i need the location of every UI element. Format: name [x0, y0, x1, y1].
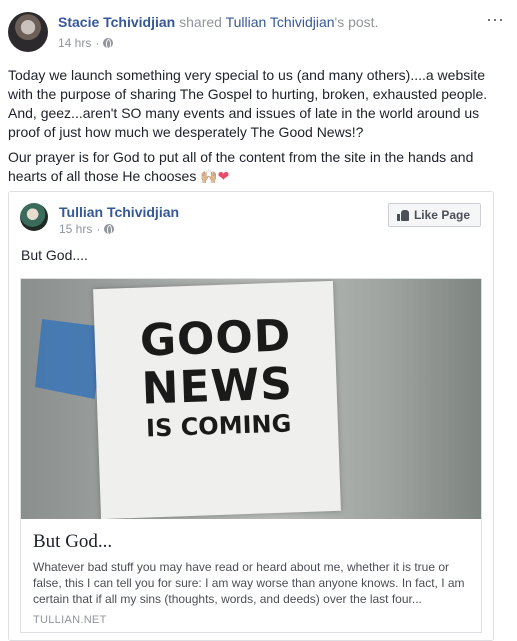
- link-attachment[interactable]: GOOD NEWS IS COMING But God... Whatever …: [20, 278, 482, 633]
- sign-text: GOOD NEWS IS COMING: [115, 310, 319, 445]
- shared-author-name[interactable]: Tullian Tchividjian: [59, 204, 179, 220]
- shared-post-meta: 15 hrs ·: [59, 222, 115, 236]
- shared-post-text: But God....: [21, 247, 88, 263]
- shared-post-card: Tullian Tchividjian 15 hrs · Like Page B…: [8, 191, 494, 641]
- shared-avatar[interactable]: [20, 203, 48, 231]
- shared-suffix: 's post.: [334, 14, 379, 30]
- shared-author-name[interactable]: Tullian Tchividjian: [226, 14, 335, 30]
- like-page-label: Like Page: [413, 208, 470, 222]
- shared-post: Stacie Tchividjian shared Tullian Tchivi…: [0, 0, 517, 641]
- separator: ·: [95, 36, 100, 50]
- raised-hands-icon: 🙌🏼: [200, 168, 218, 184]
- post-header: Stacie Tchividjian shared Tullian Tchivi…: [58, 14, 378, 30]
- avatar[interactable]: [8, 12, 48, 52]
- like-page-button[interactable]: Like Page: [387, 203, 481, 227]
- shared-separator: ·: [96, 222, 101, 236]
- globe-icon[interactable]: [104, 224, 115, 235]
- post-paragraph-1: Today we launch something very special t…: [8, 67, 488, 140]
- shared-timestamp[interactable]: 15 hrs: [59, 222, 92, 236]
- author-name[interactable]: Stacie Tchividjian: [58, 14, 175, 30]
- thumbs-up-icon: [396, 209, 409, 221]
- link-image[interactable]: GOOD NEWS IS COMING: [21, 279, 481, 519]
- shared-word: shared: [179, 14, 222, 30]
- heart-icon: ❤: [217, 168, 230, 184]
- post-body: Today we launch something very special t…: [8, 66, 508, 192]
- link-description: Whatever bad stuff you may have read or …: [33, 560, 465, 606]
- timestamp[interactable]: 14 hrs: [58, 36, 91, 50]
- link-title[interactable]: But God...: [33, 531, 112, 553]
- sign-line-2: NEWS: [140, 358, 294, 415]
- post-meta: 14 hrs ·: [58, 36, 114, 50]
- globe-icon[interactable]: [103, 38, 114, 49]
- more-options-icon[interactable]: ⋯: [486, 10, 505, 31]
- link-domain: TULLIAN.NET: [33, 614, 107, 626]
- post-paragraph-2-text: Our prayer is for God to put all of the …: [8, 149, 474, 184]
- post-paragraph-2: Our prayer is for God to put all of the …: [8, 148, 508, 186]
